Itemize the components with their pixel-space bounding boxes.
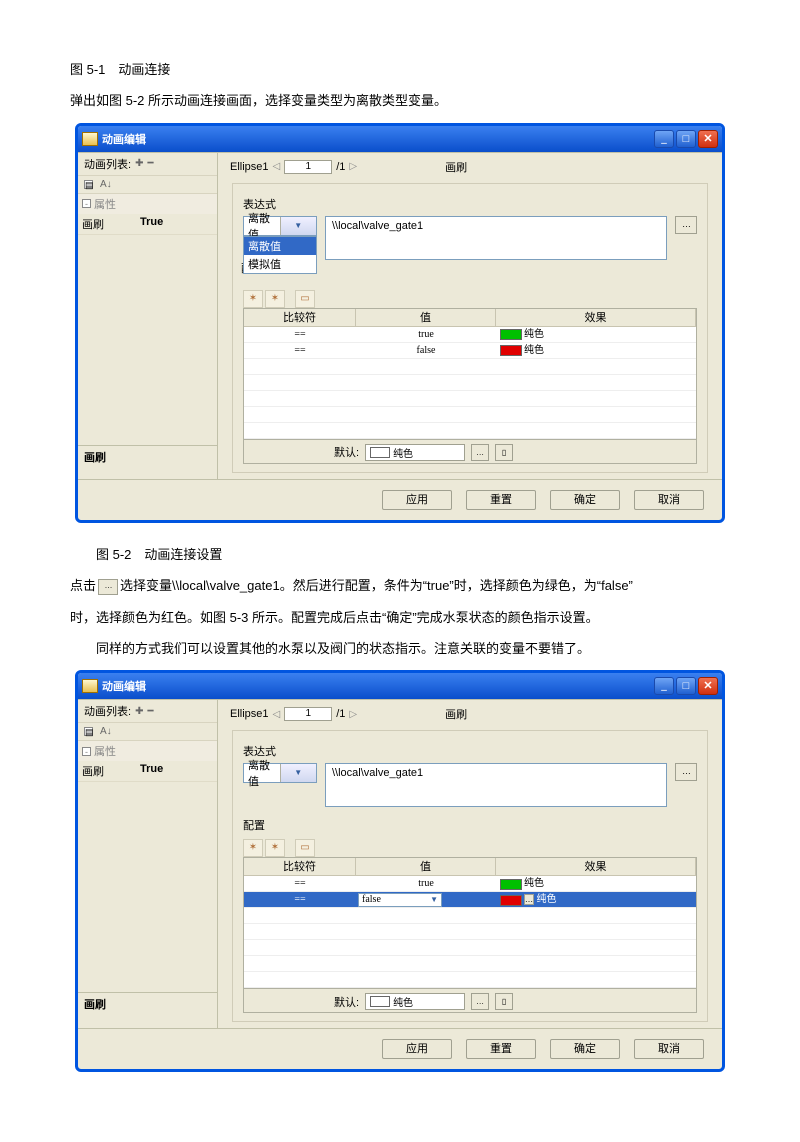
prev-icon[interactable]: ◁ — [273, 709, 281, 720]
browse-button[interactable]: … — [675, 763, 697, 781]
left-pane: 动画列表: ✚ ━ ▤ A↓ -属性 画刷 True 画刷 — [78, 153, 218, 479]
delete-row-icon[interactable]: ▭ — [295, 839, 315, 857]
expression-input[interactable]: \\local\valve_gate1 — [325, 216, 667, 260]
chevron-down-icon[interactable]: ▼ — [280, 217, 317, 235]
close-button[interactable]: ✕ — [698, 677, 718, 695]
table-row[interactable]: == true 纯色 — [244, 876, 696, 892]
default-row: 默认: 纯色 … ▯ — [243, 440, 697, 464]
object-name: Ellipse1 — [230, 161, 269, 173]
figure-5-1-caption: 图 5-1 动画连接 — [70, 58, 730, 81]
default-clear-button[interactable]: ▯ — [495, 444, 513, 461]
table-row-selected[interactable]: == false▼ … 纯色 — [244, 892, 696, 908]
intro-5-2: 弹出如图 5-2 所示动画连接画面，选择变量类型为离散类型变量。 — [70, 89, 730, 112]
maximize-button[interactable]: □ — [676, 130, 696, 148]
ok-button[interactable]: 确定 — [550, 490, 620, 510]
minimize-button[interactable]: _ — [654, 130, 674, 148]
categorize-icon[interactable]: ▤ — [84, 727, 93, 736]
reset-button[interactable]: 重置 — [466, 490, 536, 510]
col-value: 值 — [356, 309, 496, 326]
browse-icon-inline: … — [98, 579, 118, 595]
value-type-combo[interactable]: 离散值▼ 离散值 模拟值 — [243, 216, 317, 236]
default-browse-button[interactable]: … — [471, 444, 489, 461]
plus-icon[interactable]: ✚ — [135, 158, 143, 169]
anim-edit-dialog-2: 动画编辑 _ □ ✕ 动画列表: ✚ ━ ▤ A↓ -属性 画刷True 画刷 … — [75, 670, 725, 1072]
ok-button[interactable]: 确定 — [550, 1039, 620, 1059]
edit-row-icon[interactable]: ✶ — [265, 290, 285, 308]
paragraph-2: 时，选择颜色为红色。如图 5-3 所示。配置完成后点击“确定”完成水泵状态的颜色… — [70, 606, 730, 629]
expression-input[interactable]: \\local\valve_gate1 — [325, 763, 667, 807]
left-footer: 画刷 — [78, 445, 217, 468]
option-discrete[interactable]: 离散值 — [244, 237, 316, 255]
cancel-button[interactable]: 取消 — [634, 490, 704, 510]
paragraph-3: 同样的方式我们可以设置其他的水泵以及阀门的状态指示。注意关联的变量不要错了。 — [70, 637, 730, 660]
red-swatch — [500, 345, 522, 356]
page-input[interactable]: 1 — [284, 160, 332, 174]
default-browse-button[interactable]: … — [471, 993, 489, 1010]
grid-toolbar: ✶ ✶ ▭ — [243, 290, 697, 308]
combo-dropdown: 离散值 模拟值 — [243, 236, 317, 274]
titlebar[interactable]: 动画编辑 _ □ ✕ — [78, 673, 722, 699]
browse-button[interactable]: … — [675, 216, 697, 234]
condition-grid: 比较符 值 效果 == true 纯色 == false 纯色 — [243, 308, 697, 440]
option-analog[interactable]: 模拟值 — [244, 255, 316, 273]
plus-icon[interactable]: ✚ — [135, 706, 143, 717]
page-input[interactable]: 1 — [284, 707, 332, 721]
config-label: 配置 — [243, 817, 697, 833]
default-value[interactable]: 纯色 — [365, 993, 465, 1010]
dialog-title: 动画编辑 — [102, 131, 146, 147]
brush-label: 画刷 — [445, 159, 467, 175]
paragraph-1: 点击…选择变量\\local\valve_gate1。然后进行配置，条件为“tr… — [70, 574, 730, 597]
anim-edit-dialog-1: 动画编辑 _ □ ✕ 动画列表: ✚ ━ ▤ A↓ -属性 画刷 True 画刷 — [75, 123, 725, 523]
minimize-button[interactable]: _ — [654, 677, 674, 695]
property-group[interactable]: -属性 — [78, 194, 217, 214]
page-total: /1 — [336, 161, 345, 173]
table-row[interactable]: == false 纯色 — [244, 343, 696, 359]
reset-button[interactable]: 重置 — [466, 1039, 536, 1059]
titlebar[interactable]: 动画编辑 _ □ ✕ — [78, 126, 722, 152]
figure-5-2-caption: 图 5-2 动画连接设置 — [70, 543, 730, 566]
anim-list-header: 动画列表: ✚ ━ — [78, 153, 217, 176]
dialog-title: 动画编辑 — [102, 678, 146, 694]
green-swatch — [500, 329, 522, 340]
categorize-icon[interactable]: ▤ — [84, 180, 93, 189]
prev-icon[interactable]: ◁ — [273, 161, 281, 172]
chevron-down-icon[interactable]: ▼ — [280, 764, 317, 782]
apply-button[interactable]: 应用 — [382, 1039, 452, 1059]
property-row[interactable]: 画刷 True — [78, 214, 217, 235]
sort-icon[interactable]: A↓ — [100, 726, 112, 737]
color-pick-button[interactable]: … — [524, 894, 534, 905]
minus-icon[interactable]: ━ — [147, 706, 153, 717]
app-icon — [82, 132, 98, 146]
right-pane: Ellipse1 ◁ 1 /1 ▷ 画刷 表达式 离散值▼ 离散值 模拟值 — [218, 153, 722, 479]
value-type-combo[interactable]: 离散值▼ — [243, 763, 317, 783]
sort-icon[interactable]: A↓ — [100, 179, 112, 190]
expression-label: 表达式 — [243, 196, 697, 212]
add-row-icon[interactable]: ✶ — [243, 290, 263, 308]
app-icon — [82, 679, 98, 693]
maximize-button[interactable]: □ — [676, 677, 696, 695]
default-value[interactable]: 纯色 — [365, 444, 465, 461]
value-editor[interactable]: false▼ — [358, 893, 442, 907]
condition-grid: 比较符 值 效果 == true 纯色 == false▼ … 纯色 — [243, 857, 697, 989]
edit-row-icon[interactable]: ✶ — [265, 839, 285, 857]
table-row[interactable]: == true 纯色 — [244, 327, 696, 343]
default-clear-button[interactable]: ▯ — [495, 993, 513, 1010]
left-pane: 动画列表: ✚ ━ ▤ A↓ -属性 画刷True 画刷 — [78, 700, 218, 1028]
col-effect: 效果 — [496, 309, 696, 326]
delete-row-icon[interactable]: ▭ — [295, 290, 315, 308]
close-button[interactable]: ✕ — [698, 130, 718, 148]
apply-button[interactable]: 应用 — [382, 490, 452, 510]
next-icon[interactable]: ▷ — [349, 161, 357, 172]
col-operator: 比较符 — [244, 309, 356, 326]
cancel-button[interactable]: 取消 — [634, 1039, 704, 1059]
next-icon[interactable]: ▷ — [349, 709, 357, 720]
dialog-footer: 应用 重置 确定 取消 — [78, 479, 722, 520]
add-row-icon[interactable]: ✶ — [243, 839, 263, 857]
minus-icon[interactable]: ━ — [147, 158, 153, 169]
